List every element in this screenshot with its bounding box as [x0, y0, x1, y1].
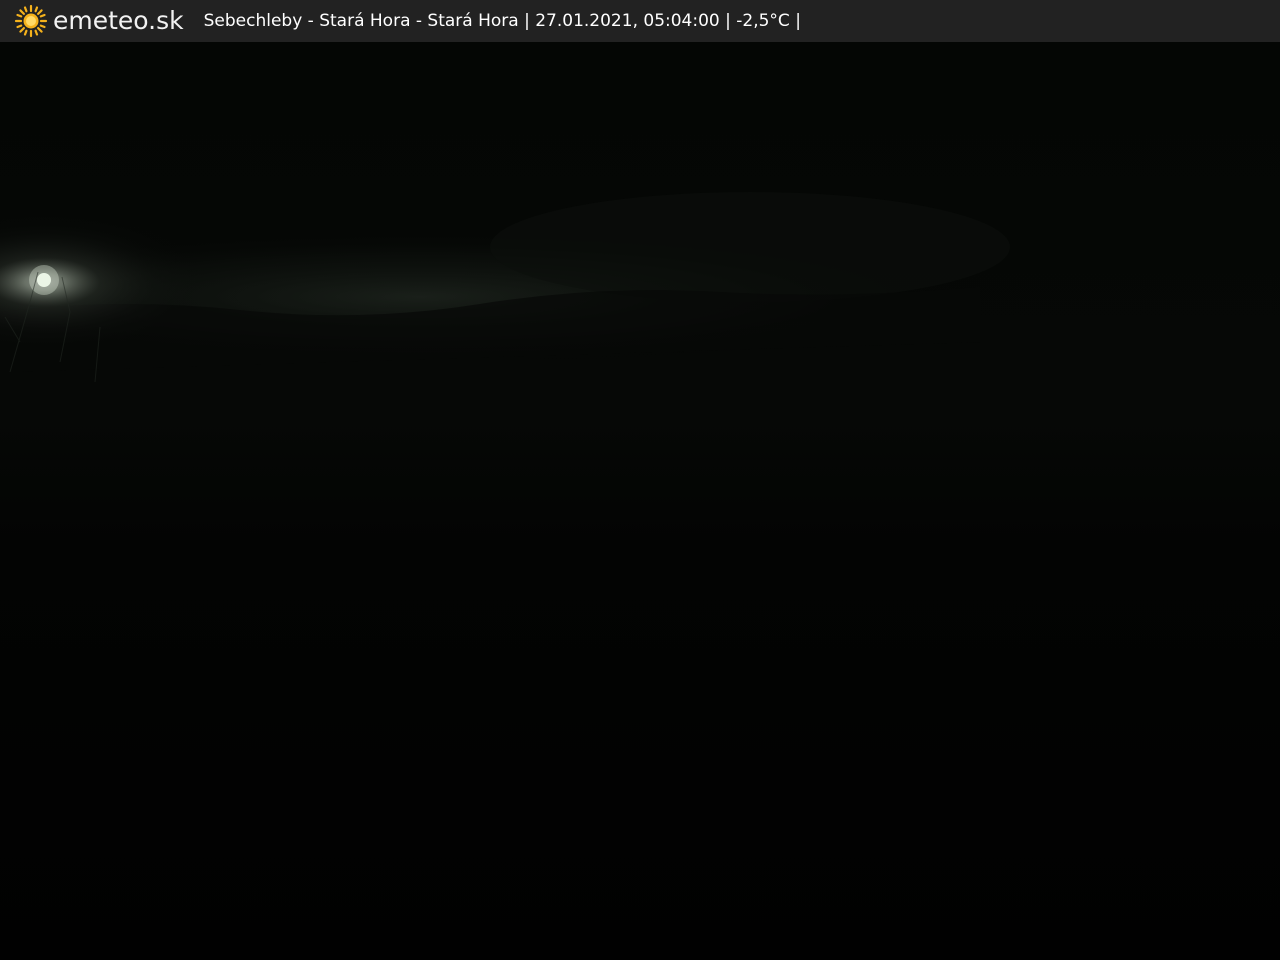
brand-logo-text[interactable]: emeteo.sk — [53, 0, 184, 42]
distant-ridge-haze — [490, 192, 1010, 302]
webcam-frame: emeteo.sk Sebechleby - Stará Hora - Star… — [0, 0, 1280, 960]
header-bar: emeteo.sk Sebechleby - Stará Hora - Star… — [0, 0, 1280, 42]
sun-icon — [14, 4, 48, 38]
webcam-image — [0, 42, 1280, 960]
webcam-caption: Sebechleby - Stará Hora - Stará Hora | 2… — [203, 11, 801, 31]
